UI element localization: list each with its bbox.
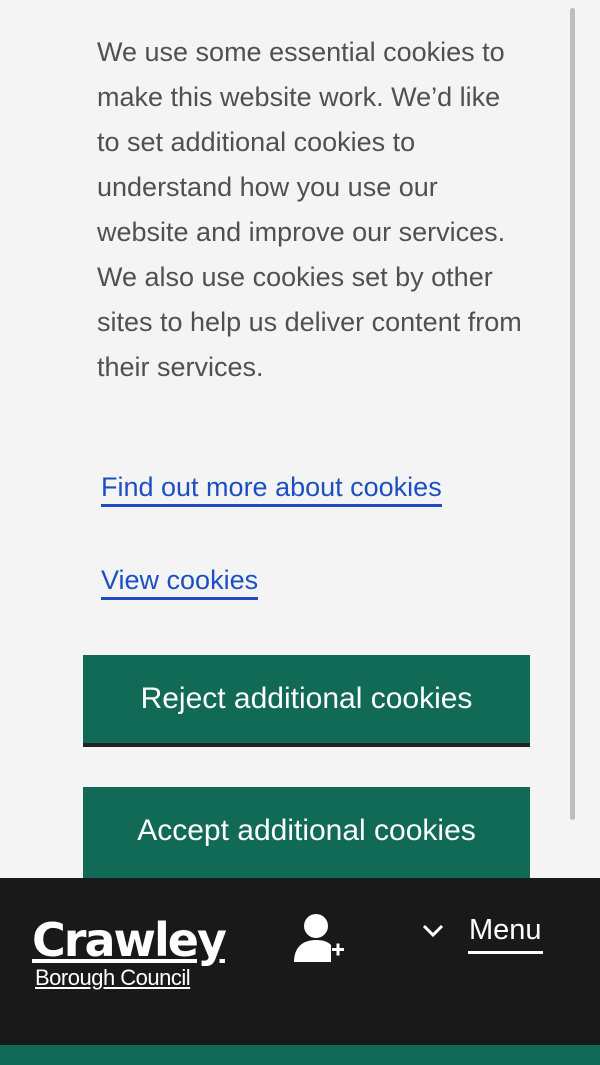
logo-subtitle: Borough Council	[35, 965, 191, 990]
find-out-more-cookies-link[interactable]: Find out more about cookies	[101, 470, 442, 507]
crawley-logo[interactable]: Crawley Borough Council	[32, 913, 227, 990]
user-plus-icon[interactable]	[292, 912, 346, 964]
chevron-down-icon	[422, 924, 444, 938]
view-cookies-link[interactable]: View cookies	[101, 563, 259, 600]
green-strip	[0, 1045, 600, 1065]
logo-title: Crawley	[32, 913, 227, 967]
reject-cookies-button[interactable]: Reject additional cookies	[83, 655, 530, 743]
site-header: Crawley Borough Council Menu	[0, 878, 600, 1045]
cookie-message: We use some essential cookies to make th…	[97, 37, 522, 382]
scrollbar[interactable]	[570, 8, 575, 820]
menu-label: Menu	[468, 912, 543, 954]
cookie-banner: We use some essential cookies to make th…	[0, 0, 600, 878]
accept-cookies-button[interactable]: Accept additional cookies	[83, 787, 530, 878]
